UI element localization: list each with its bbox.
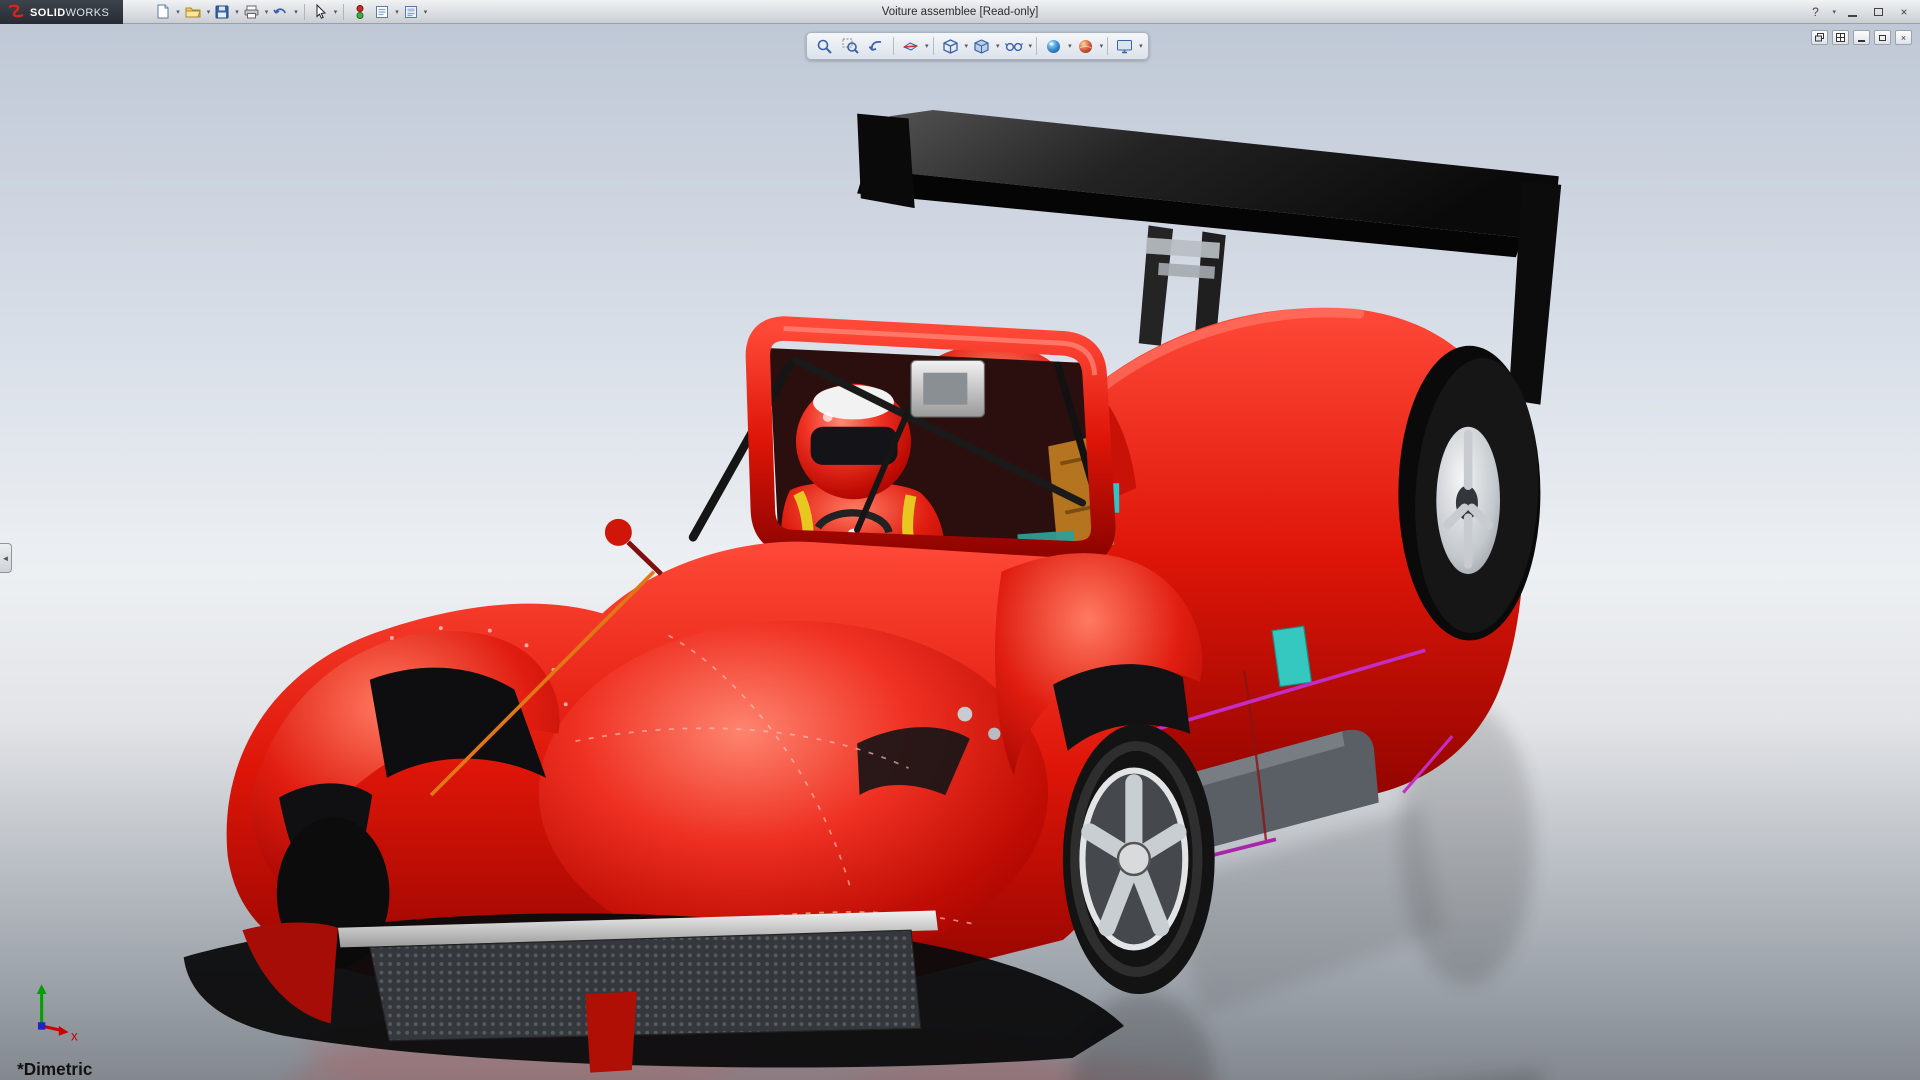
hide-show-items-icon [1005,38,1023,54]
logo-text-bold: SOLID [30,7,66,19]
zoom-fit-button[interactable] [812,34,837,58]
select-cursor-icon [315,4,327,19]
doc-restore-button[interactable] [1874,30,1891,45]
tile-window-button[interactable] [1832,30,1849,45]
print-button[interactable] [241,2,262,22]
properties-button[interactable] [372,2,392,22]
solidworks-logo-icon [6,4,26,20]
tile-icon [1836,33,1845,42]
save-icon [215,5,229,19]
cascade-window-button[interactable] [1811,30,1828,45]
new-document-button[interactable] [153,2,173,22]
appearance-swatch-icon [355,5,365,19]
splitter-pylon [585,992,636,1073]
help-button[interactable]: ? [1805,3,1825,21]
headsup-view-toolbar: ▾ ▾ ▾ ▾ [806,32,1149,60]
undo-icon [273,5,288,19]
open-folder-icon [185,5,201,19]
undo-button[interactable] [270,2,291,22]
help-caret-icon[interactable]: ▾ [1832,8,1836,16]
display-style-button[interactable] [969,34,994,58]
select-button[interactable] [311,2,331,22]
doc-close-button[interactable]: × [1895,30,1912,45]
view-orientation-button[interactable] [938,34,963,58]
triad-x-label: x [71,1029,78,1044]
previous-view-icon [868,38,885,55]
edit-appearance-button[interactable] [1041,34,1066,58]
orientation-label: *Dimetric [17,1059,93,1079]
front-right-wheel [1063,724,1215,994]
minimize-icon [1848,15,1857,17]
logo-text-light: WORKS [66,7,110,19]
graphics-viewport[interactable]: x *Dimetric ▾ [0,24,1920,1080]
feature-tree-collapse-tab[interactable]: ◄ [0,543,12,573]
print-icon [244,5,259,19]
options-button[interactable] [401,2,421,22]
options-sheet-icon [404,5,418,19]
section-view-button[interactable] [898,34,923,58]
titlebar: SOLIDWORKS ▾ ▾ ▾ [0,0,1920,24]
display-style-icon [973,38,990,55]
model-view-canvas[interactable]: x *Dimetric [0,24,1920,1080]
maximize-button[interactable] [1868,3,1888,21]
document-window-controls: × [1811,30,1912,45]
properties-sheet-icon [375,5,389,19]
zoom-area-button[interactable] [838,34,863,58]
hood-bulge [539,621,1048,965]
apply-scene-icon [1077,38,1094,55]
apply-scene-button[interactable] [1073,34,1098,58]
appearance-swatch-button[interactable] [350,2,370,22]
view-settings-button[interactable] [1112,34,1137,58]
chevron-left-icon: ◄ [2,554,10,563]
cascade-icon [1815,33,1824,42]
save-button[interactable] [212,2,232,22]
zoom-area-icon [842,38,859,55]
zoom-fit-icon [816,38,833,55]
hide-show-items-button[interactable] [1001,34,1027,58]
grille-mesh [370,930,921,1041]
new-document-icon [156,4,170,19]
view-settings-icon [1116,39,1133,54]
open-button[interactable] [182,2,204,22]
edit-appearance-icon [1045,38,1062,55]
restore-icon [1879,35,1886,41]
minimize-icon [1858,40,1865,42]
side-mirror [605,519,632,546]
maximize-icon [1874,8,1883,16]
minimize-button[interactable] [1842,3,1862,21]
previous-view-button[interactable] [864,34,889,58]
view-orientation-icon [942,38,959,55]
section-view-icon [902,38,919,55]
solidworks-logo: SOLIDWORKS [0,0,123,24]
close-button[interactable]: × [1894,3,1914,21]
doc-minimize-button[interactable] [1853,30,1870,45]
